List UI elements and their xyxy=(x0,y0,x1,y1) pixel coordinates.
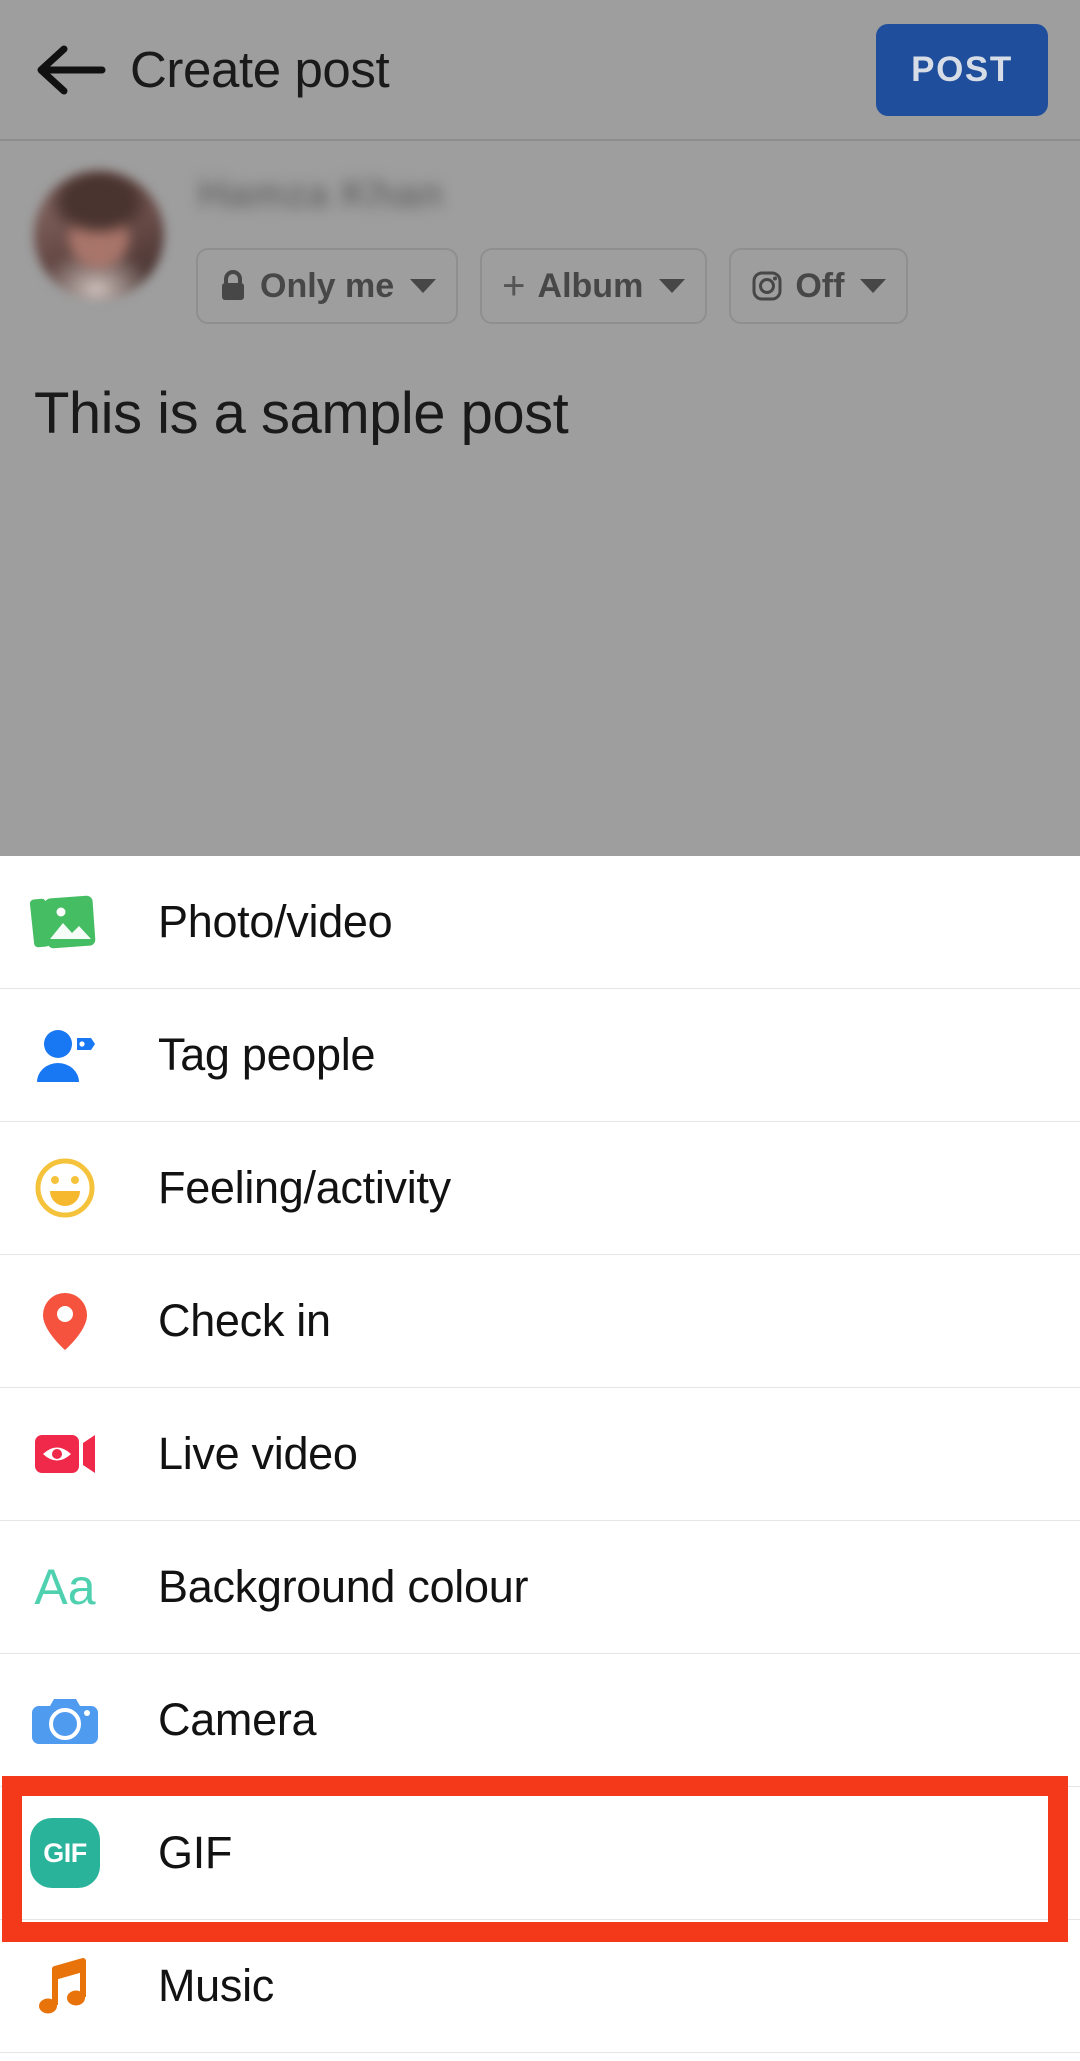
chevron-down-icon xyxy=(410,279,437,293)
instagram-icon xyxy=(752,271,782,301)
composer-dimmed-overlay: Create post POST Hamza Khan Only me + Al… xyxy=(0,0,1080,856)
camera-icon xyxy=(26,1681,104,1759)
chevron-down-icon xyxy=(860,279,887,293)
lock-icon xyxy=(222,270,244,300)
list-item-label: Live video xyxy=(158,1428,358,1479)
gif-icon: GIF xyxy=(26,1814,104,1892)
list-item-label: Camera xyxy=(158,1694,317,1745)
avatar[interactable] xyxy=(34,170,164,300)
create-post-screen: Create post POST Hamza Khan Only me + Al… xyxy=(0,0,1080,2061)
page-title: Create post xyxy=(130,41,390,98)
list-item-live-video[interactable]: Live video xyxy=(0,1388,1080,1521)
live-video-icon xyxy=(26,1415,104,1493)
author-name: Hamza Khan xyxy=(198,172,444,216)
instagram-crosspost-chip[interactable]: Off xyxy=(729,248,909,324)
album-chip[interactable]: + Album xyxy=(480,248,708,324)
instagram-chip-label: Off xyxy=(795,266,845,305)
chevron-down-icon xyxy=(659,279,686,293)
post-button[interactable]: POST xyxy=(876,24,1048,116)
list-item-label: Feeling/activity xyxy=(158,1162,451,1213)
list-item-background-colour[interactable]: Aa Background colour xyxy=(0,1521,1080,1654)
photo-video-icon xyxy=(26,883,104,961)
list-item-label: Check in xyxy=(158,1295,331,1346)
list-item-check-in[interactable]: Check in xyxy=(0,1255,1080,1388)
list-item-tag-people[interactable]: Tag people xyxy=(0,989,1080,1122)
list-item-label: Tag people xyxy=(158,1029,376,1080)
audience-chip-only-me[interactable]: Only me xyxy=(196,248,459,324)
list-item-label: Background colour xyxy=(158,1561,529,1612)
composer-chips: Only me + Album Off xyxy=(196,248,909,324)
list-item-label: Photo/video xyxy=(158,896,393,947)
tag-people-icon xyxy=(26,1016,104,1094)
post-text-input[interactable]: This is a sample post xyxy=(34,380,569,447)
list-item-label: GIF xyxy=(158,1827,233,1878)
list-item-gif[interactable]: GIF GIF xyxy=(0,1787,1080,1920)
feeling-activity-icon xyxy=(26,1149,104,1227)
location-pin-icon xyxy=(26,1282,104,1360)
author-row: Hamza Khan Only me + Album Off xyxy=(0,150,1080,330)
list-item-photo-video[interactable]: Photo/video xyxy=(0,856,1080,989)
list-item-camera[interactable]: Camera xyxy=(0,1654,1080,1787)
album-chip-label: Album xyxy=(537,266,644,305)
arrow-left-icon xyxy=(37,45,106,95)
back-button[interactable] xyxy=(22,28,118,112)
music-note-icon xyxy=(26,1947,104,2025)
gif-badge-label: GIF xyxy=(30,1818,100,1888)
app-header: Create post POST xyxy=(0,0,1080,141)
list-item-music[interactable]: Music xyxy=(0,1920,1080,2053)
list-item-label: Music xyxy=(158,1960,275,2011)
plus-icon: + xyxy=(502,264,526,308)
add-to-post-sheet: Photo/video Tag people Feeling/activity … xyxy=(0,856,1080,2061)
background-colour-icon: Aa xyxy=(34,1559,96,1615)
list-item-feeling-activity[interactable]: Feeling/activity xyxy=(0,1122,1080,1255)
audience-chip-label: Only me xyxy=(260,266,395,305)
